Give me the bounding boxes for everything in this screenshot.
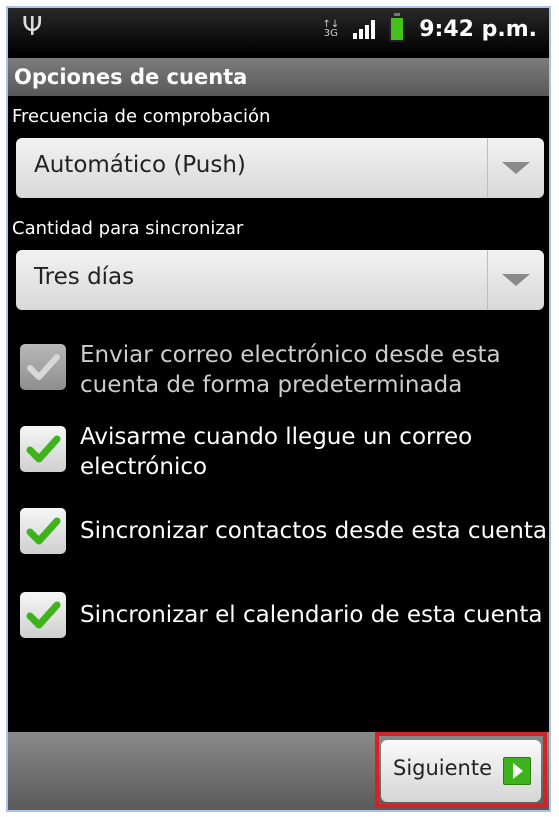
check-frequency-label: Frecuencia de comprobación <box>12 106 271 127</box>
sync-contacts-checkbox[interactable] <box>20 508 66 554</box>
battery-icon <box>389 13 406 42</box>
check-frequency-value: Automático (Push) <box>34 152 246 178</box>
phone-screen: Ψ ↑↓ 3G 9:42 p.m. Opciones de cuenta Frec… <box>6 6 551 812</box>
dropdown-button[interactable] <box>487 250 544 310</box>
page-title: Opciones de cuenta <box>8 58 549 96</box>
bottom-bar: Siguiente <box>8 732 549 810</box>
highlight-box <box>375 732 547 808</box>
default-account-checkbox[interactable] <box>20 344 66 390</box>
status-time: 9:42 p.m. <box>419 16 537 42</box>
option-label: Sincronizar contactos desde esta cuenta <box>80 518 547 544</box>
option-label: Sincronizar el calendario de esta cuenta <box>80 602 543 628</box>
sync-amount-label: Cantidad para sincronizar <box>12 218 244 239</box>
dropdown-button[interactable] <box>487 138 544 198</box>
network-type-icon: ↑↓ 3G <box>322 19 340 39</box>
chevron-down-icon <box>502 274 530 286</box>
chevron-down-icon <box>502 162 530 174</box>
sync-amount-value: Tres días <box>34 264 135 290</box>
status-bar: Ψ ↑↓ 3G 9:42 p.m. <box>8 8 549 54</box>
option-label: Enviar correo electrónico desde esta cue… <box>80 342 501 398</box>
checkmark-icon <box>26 601 61 629</box>
usb-icon: Ψ <box>22 12 43 42</box>
notify-email-checkbox[interactable] <box>20 426 66 472</box>
option-label: Avisarme cuando llegue un correo electró… <box>80 424 473 480</box>
checkmark-icon <box>26 435 61 463</box>
checkmark-icon <box>26 517 61 545</box>
checkmark-icon <box>27 354 60 380</box>
signal-icon <box>353 19 376 39</box>
sync-amount-spinner[interactable]: Tres días <box>16 250 544 310</box>
check-frequency-spinner[interactable]: Automático (Push) <box>16 138 544 198</box>
sync-calendar-checkbox[interactable] <box>20 592 66 638</box>
